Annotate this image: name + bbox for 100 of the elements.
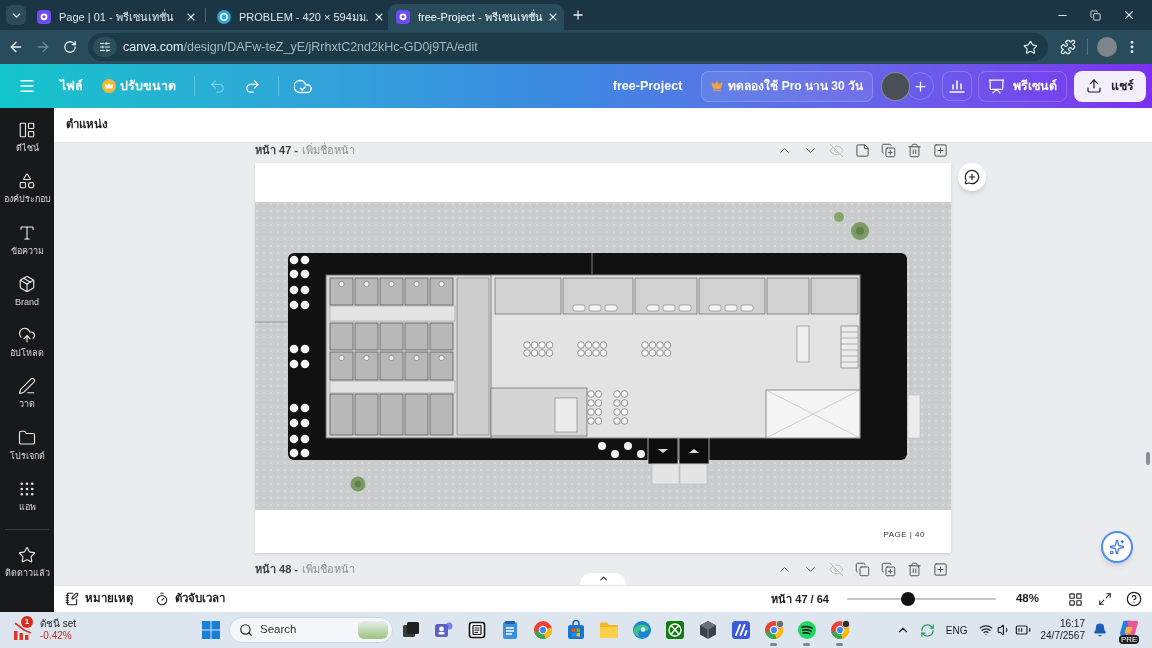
battery-icon[interactable] [1014, 622, 1031, 638]
browser-tab[interactable]: PROBLEM - 420 × 594มม. [209, 4, 385, 30]
address-field[interactable]: canva.com/design/DAFw-teZ_yE/jRrhxtC2nd2kHc-GD0j9TA/edit [88, 33, 1048, 61]
sidebar-item[interactable]: อัปโหลด [0, 324, 54, 376]
browser-tab[interactable]: Page | 01 - พรีเซนเทชั่น [29, 4, 205, 30]
close-tab-icon[interactable] [185, 11, 197, 23]
widget-change: -0.42% [40, 630, 73, 642]
dots-grid-icon [18, 479, 36, 498]
share-button[interactable]: แชร์ [1074, 70, 1146, 102]
sidebar-item[interactable]: ข้อความ [0, 221, 54, 273]
preview-badge: PRE [1119, 635, 1140, 644]
page-number-label: PAGE | 40 [883, 528, 925, 541]
notification-badge: 1 [21, 616, 33, 628]
cloud-upload-icon [18, 326, 36, 344]
zoom-slider[interactable] [846, 592, 996, 606]
assistant-icon[interactable] [1118, 618, 1140, 638]
crown-icon [711, 80, 724, 92]
note-icon[interactable] [855, 143, 870, 158]
notepad-icon [501, 620, 518, 640]
extensions-icon[interactable] [1060, 39, 1076, 55]
reload-icon[interactable] [63, 40, 77, 54]
sidebar-item[interactable]: ดีไซน์ [0, 119, 54, 171]
page-count-button[interactable]: หน้า 47 / 64 [771, 590, 829, 608]
magic-assistant-button[interactable] [1101, 531, 1133, 563]
timer-button[interactable]: ตัวจับเวลา [155, 590, 225, 608]
zoom-reading: 48% [1015, 591, 1039, 607]
position-label: ตำแหน่ง [66, 117, 108, 133]
highlight-image [358, 621, 388, 639]
pro-trial-button[interactable]: ทดลองใช้ Pro นาน 30 วัน [701, 70, 873, 102]
add-page-icon[interactable] [933, 143, 948, 158]
copy-icon[interactable] [855, 562, 870, 577]
presentation-logo-icon [37, 10, 51, 24]
tile-app-icon [730, 620, 751, 640]
duplicate-icon[interactable] [881, 562, 896, 577]
sidebar-item[interactable]: Brand [0, 272, 54, 324]
present-button[interactable]: พรีเซนต์ [978, 70, 1067, 102]
language-indicator[interactable]: ENG [945, 622, 968, 638]
browser-tab[interactable]: free-Project - พรีเซนเทชั่น [388, 4, 564, 30]
circle-logo-icon [217, 10, 231, 24]
help-icon[interactable] [1126, 591, 1142, 607]
redo-icon[interactable] [244, 77, 261, 95]
task-view-icon [401, 621, 420, 639]
bookmark-star-icon[interactable] [1023, 39, 1038, 55]
trash-icon[interactable] [907, 562, 922, 577]
plus-icon [912, 78, 928, 94]
back-icon[interactable] [8, 39, 24, 55]
layout-icon [18, 121, 36, 139]
wifi-icon[interactable] [978, 623, 993, 637]
new-tab-icon[interactable] [571, 8, 585, 22]
clock-date: 24/7/2567 [1040, 630, 1085, 642]
box-icon [18, 274, 36, 293]
profile-avatar[interactable] [1097, 37, 1117, 57]
shapes-icon [18, 172, 36, 191]
insights-button[interactable] [942, 71, 972, 101]
restore-icon[interactable] [1090, 9, 1101, 21]
design-title-button[interactable]: free-Project [612, 76, 683, 96]
presentation-logo-icon [396, 10, 410, 24]
clock-time: 16:17 [1059, 618, 1085, 630]
page-title-field[interactable]: เพิ่มชื่อหน้า [302, 143, 386, 157]
presentation-icon [988, 77, 1005, 95]
comment-plus-icon [964, 169, 980, 185]
sidebar-item[interactable]: ติดดาวแล้ว [0, 544, 54, 598]
trash-icon[interactable] [907, 143, 922, 158]
browser-icon [532, 620, 553, 640]
search-field[interactable]: Search [229, 617, 393, 643]
share-icon [1086, 78, 1102, 94]
sidebar-item[interactable]: โปรเจกต์ [0, 426, 54, 478]
site-settings-icon [99, 41, 111, 53]
sync-icon[interactable] [919, 622, 935, 638]
close-window-icon[interactable] [1122, 8, 1136, 22]
sidebar-item[interactable]: องค์ประกอบ [0, 170, 54, 222]
sparkle-icon [1109, 539, 1125, 555]
notification-bell-icon[interactable] [1093, 623, 1107, 637]
music-app-icon [796, 620, 817, 640]
search-icon [239, 623, 253, 637]
cloud-check-icon[interactable] [294, 78, 312, 94]
tab-list-button[interactable] [6, 5, 26, 25]
sidebar-item[interactable]: วาด [0, 375, 54, 427]
page-title-field[interactable]: เพิ่มชื่อหน้า [302, 562, 386, 576]
slider-thumb[interactable] [901, 592, 916, 606]
sidebar-item[interactable]: แอพ [0, 477, 54, 529]
add-comment-button[interactable] [958, 163, 986, 191]
star-icon [18, 546, 36, 564]
add-page-icon[interactable] [933, 562, 948, 577]
wave-browser-icon [631, 620, 652, 640]
notebook-icon [467, 621, 486, 639]
start-icon[interactable] [202, 621, 220, 639]
browser-icon [763, 620, 784, 640]
falling-chart-icon[interactable] [12, 619, 34, 641]
scrollbar-thumb[interactable] [1146, 452, 1150, 465]
folder-icon [18, 428, 36, 447]
fullscreen-icon[interactable] [1098, 592, 1112, 606]
widget-title: ดัชนี set [40, 618, 77, 630]
site-info-button[interactable] [93, 37, 117, 57]
grid-view-icon[interactable] [1068, 591, 1083, 607]
timer-icon [155, 592, 169, 606]
pen-icon [18, 377, 36, 396]
duplicate-icon[interactable] [881, 143, 896, 158]
notes-button[interactable]: หมายเหตุ [65, 590, 133, 608]
cube-icon [698, 620, 717, 640]
